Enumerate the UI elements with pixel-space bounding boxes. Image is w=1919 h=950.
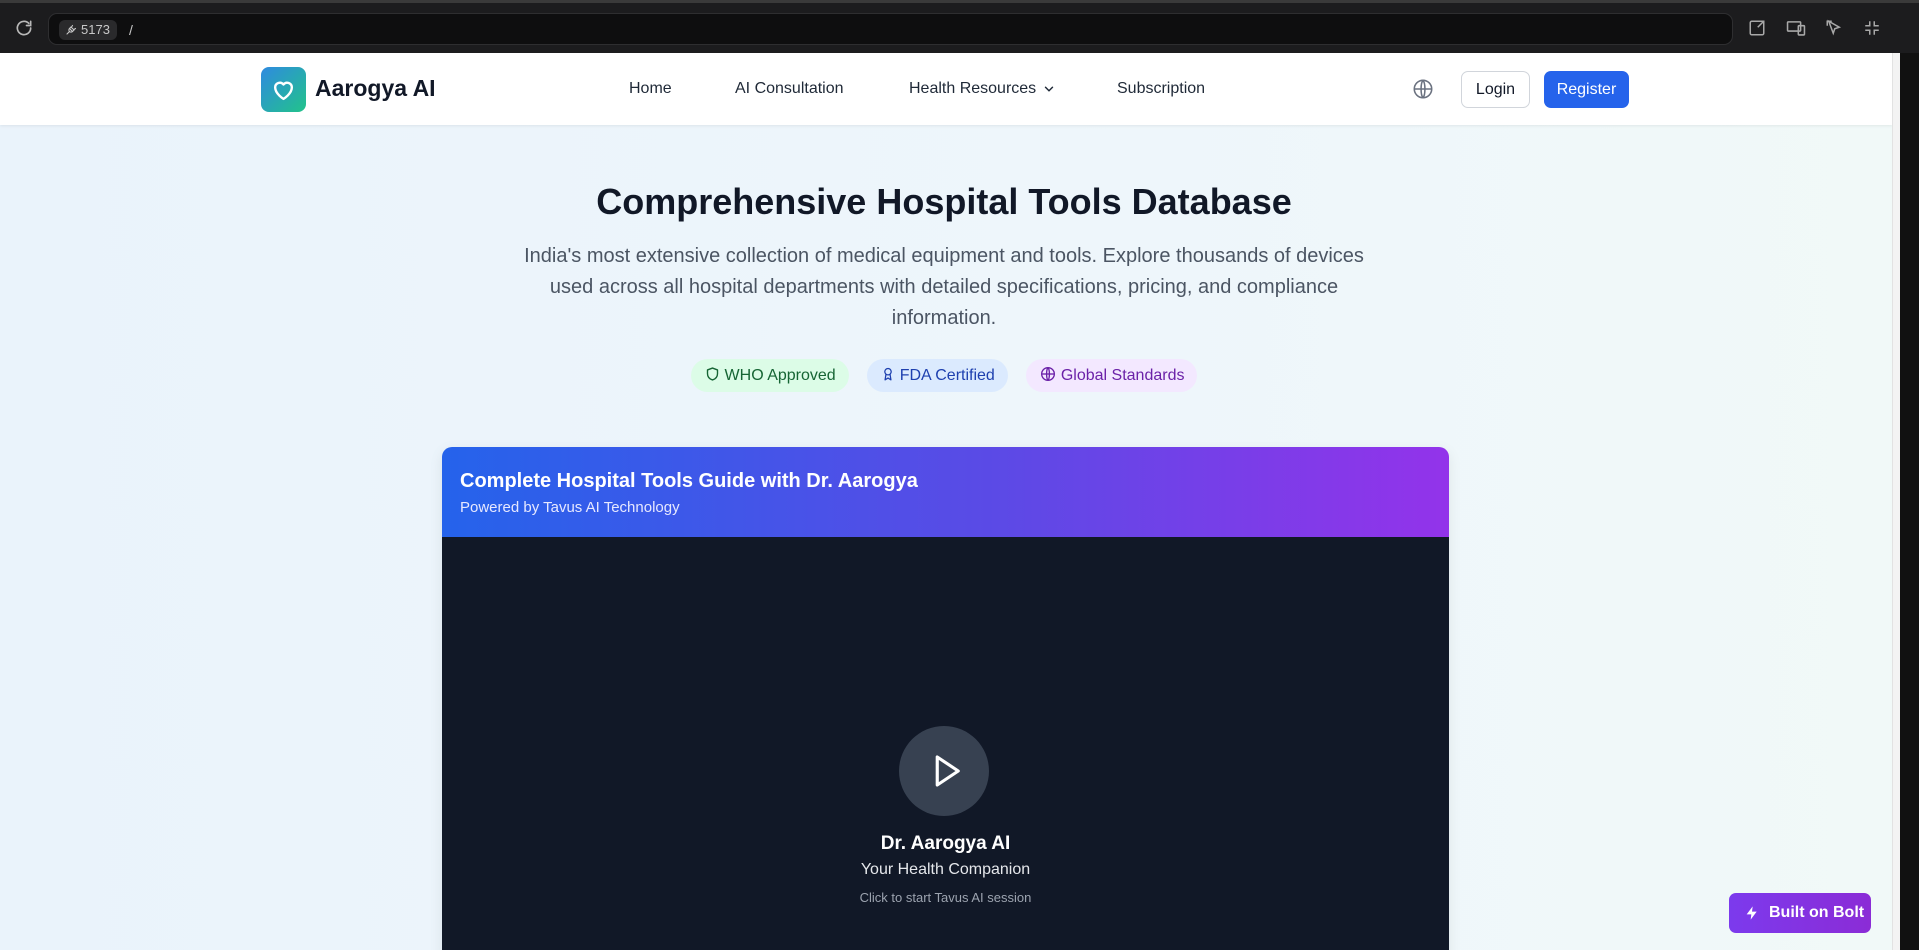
page-title: Comprehensive Hospital Tools Database: [596, 181, 1292, 222]
heart-icon: [273, 81, 294, 101]
lightning-icon: [1746, 906, 1757, 920]
assistant-name: Dr. Aarogya AI: [880, 833, 1011, 854]
language-globe-icon[interactable]: [1412, 78, 1434, 100]
url-path[interactable]: /: [129, 20, 133, 40]
start-session-hint: Click to start Tavus AI session: [859, 890, 1032, 905]
browser-toolbar: 5173 /: [0, 0, 1919, 53]
open-external-icon[interactable]: [1748, 19, 1768, 39]
window-edge: [1900, 53, 1919, 950]
badge-row: WHO Approved FDA Certified Global Standa…: [0, 359, 1888, 392]
award-icon: [883, 368, 892, 381]
chevron-down-icon: [1044, 86, 1054, 92]
address-bar[interactable]: 5173 /: [48, 13, 1733, 45]
port-label: 5173: [81, 22, 110, 37]
global-standards-badge: Global Standards: [1025, 359, 1198, 392]
nav-subscription[interactable]: Subscription: [1117, 80, 1205, 98]
nav-home[interactable]: Home: [629, 80, 672, 98]
built-on-bolt-badge[interactable]: Built on Bolt: [1729, 893, 1871, 933]
play-button[interactable]: [899, 726, 989, 816]
video-player[interactable]: Dr. Aarogya AI Your Health Companion Cli…: [442, 537, 1449, 950]
assistant-role: Your Health Companion: [860, 861, 1031, 878]
video-card-subtitle: Powered by Tavus AI Technology: [460, 499, 680, 516]
reload-icon[interactable]: [14, 18, 34, 38]
plug-icon: [66, 24, 77, 35]
built-on-bolt-label: Built on Bolt: [1769, 904, 1865, 921]
badge-label: FDA Certified: [899, 367, 995, 384]
video-card-header: Complete Hospital Tools Guide with Dr. A…: [442, 447, 1449, 537]
page-viewport: Aarogya AI Home AI Consultation Health R…: [0, 53, 1892, 950]
brand-name[interactable]: Aarogya AI: [315, 75, 436, 102]
page-description: India's most extensive collection of med…: [524, 245, 1364, 329]
responsive-view-icon[interactable]: [1786, 19, 1806, 39]
video-card: Complete Hospital Tools Guide with Dr. A…: [442, 447, 1449, 950]
who-approved-badge: WHO Approved: [690, 359, 849, 392]
fda-certified-badge: FDA Certified: [866, 359, 1008, 392]
shield-icon: [706, 367, 718, 381]
nav-health-resources[interactable]: Health Resources: [909, 80, 1056, 98]
logo[interactable]: [261, 67, 306, 112]
inspect-cursor-icon[interactable]: [1825, 19, 1845, 39]
minimize-icon[interactable]: [1863, 19, 1883, 39]
register-button[interactable]: Register: [1544, 71, 1629, 108]
video-card-title: Complete Hospital Tools Guide with Dr. A…: [460, 470, 918, 492]
nav-ai-consultation[interactable]: AI Consultation: [735, 80, 844, 98]
globe-icon: [1040, 367, 1055, 382]
port-chip[interactable]: 5173: [59, 20, 117, 40]
play-icon: [935, 755, 960, 787]
login-button[interactable]: Login: [1461, 71, 1530, 108]
nav-health-resources-label: Health Resources: [909, 80, 1037, 97]
badge-label: WHO Approved: [724, 367, 836, 384]
navbar: Aarogya AI Home AI Consultation Health R…: [0, 53, 1892, 125]
badge-label: Global Standards: [1060, 367, 1185, 384]
